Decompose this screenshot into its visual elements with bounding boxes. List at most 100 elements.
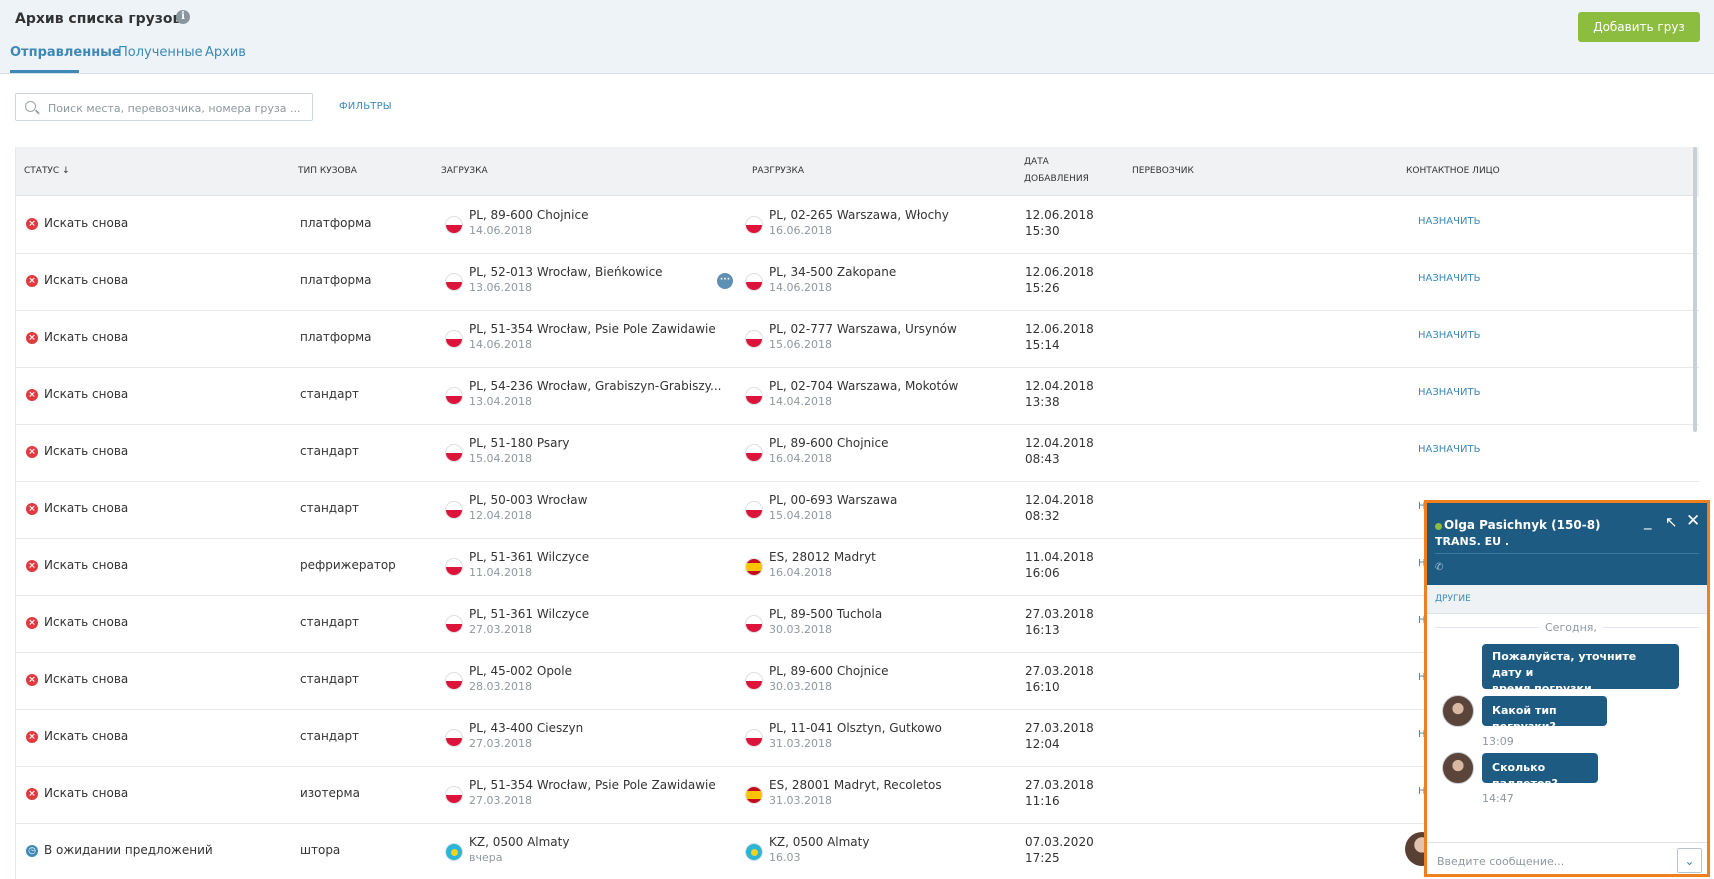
flag-icon bbox=[745, 330, 763, 348]
date-added: 27.03.2018 bbox=[1025, 607, 1094, 621]
status-text: Искать снова bbox=[44, 615, 129, 629]
search-input[interactable] bbox=[46, 98, 310, 118]
body-type: штора bbox=[300, 843, 341, 857]
search-box[interactable] bbox=[15, 93, 313, 121]
flag-icon bbox=[745, 501, 763, 519]
column-carrier: ПЕРЕВОЗЧИК bbox=[1132, 166, 1194, 176]
loading-date: 27.03.2018 bbox=[469, 737, 532, 750]
date-added: 11.04.2018 bbox=[1025, 550, 1094, 564]
page-title: Архив списка грузов bbox=[15, 11, 182, 27]
tab-archive[interactable]: Архив bbox=[205, 45, 246, 60]
flag-icon bbox=[445, 216, 463, 234]
time-added: 13:38 bbox=[1025, 395, 1060, 409]
time-added: 15:26 bbox=[1025, 281, 1060, 295]
error-status-icon: × bbox=[26, 731, 38, 743]
loading-date: 14.06.2018 bbox=[469, 224, 532, 237]
flag-icon bbox=[445, 843, 463, 861]
chat-company: TRANS. EU . bbox=[1435, 535, 1510, 548]
chat-message-input[interactable] bbox=[1435, 852, 1654, 870]
expand-icon[interactable]: ↖ bbox=[1665, 513, 1678, 531]
close-icon[interactable]: ✕ bbox=[1686, 511, 1700, 531]
body-type: платформа bbox=[300, 273, 372, 287]
chevron-down-icon[interactable]: ⌄ bbox=[1677, 848, 1702, 873]
time-added: 16:13 bbox=[1025, 623, 1060, 637]
chat-others-label: ДРУГИЕ bbox=[1435, 594, 1471, 604]
minimize-icon[interactable]: _ bbox=[1644, 512, 1652, 530]
body-type: стандарт bbox=[300, 615, 360, 629]
active-tab-indicator bbox=[10, 70, 79, 73]
phone-icon[interactable]: ✆ bbox=[1435, 562, 1443, 573]
error-status-icon: × bbox=[26, 617, 38, 629]
tab-sent[interactable]: Отправленные bbox=[10, 45, 121, 60]
error-status-icon: × bbox=[26, 389, 38, 401]
date-added: 12.04.2018 bbox=[1025, 493, 1094, 507]
assign-contact-link[interactable]: НАЗНАЧИТЬ bbox=[1418, 330, 1480, 341]
flag-icon bbox=[745, 672, 763, 690]
chat-contact-name: Olga Pasichnyk (150-8) bbox=[1444, 518, 1601, 532]
flag-icon bbox=[745, 615, 763, 633]
column-date-added-line1: ДАТА bbox=[1024, 157, 1049, 167]
flag-icon bbox=[745, 558, 763, 576]
error-status-icon: × bbox=[26, 560, 38, 572]
assign-contact-link[interactable]: НАЗНАЧИТЬ bbox=[1418, 387, 1480, 398]
assign-contact-link[interactable]: НАЗНАЧИТЬ bbox=[1418, 273, 1480, 284]
time-added: 16:06 bbox=[1025, 566, 1060, 580]
time-added: 08:32 bbox=[1025, 509, 1060, 523]
flag-icon bbox=[445, 387, 463, 405]
error-status-icon: × bbox=[26, 275, 38, 287]
info-icon[interactable]: i bbox=[176, 10, 190, 24]
flag-icon bbox=[745, 786, 763, 804]
table-row[interactable]: × Искать снова платформа PL, 51-354 Wrocław… bbox=[16, 310, 1699, 368]
unloading-place: PL, 34-500 Zakopane bbox=[769, 265, 897, 279]
chat-header: Olga Pasichnyk (150-8) TRANS. EU . _ ↖ ✕… bbox=[1427, 503, 1707, 585]
status-text: Искать снова bbox=[44, 558, 129, 572]
table-row[interactable]: × Искать снова платформа PL, 52-013 Wrocław… bbox=[16, 253, 1699, 311]
flag-icon bbox=[445, 273, 463, 291]
body-type: стандарт bbox=[300, 387, 360, 401]
time-added: 17:25 bbox=[1025, 851, 1060, 865]
table-row[interactable]: × Искать снова платформа PL, 89-600 Chojnic… bbox=[16, 196, 1699, 254]
flag-icon bbox=[445, 672, 463, 690]
status-text: Искать снова bbox=[44, 729, 129, 743]
unloading-place: PL, 00-693 Warszawa bbox=[769, 493, 898, 507]
loading-place: PL, 43-400 Cieszyn bbox=[469, 721, 584, 735]
day-separator-label: Сегодня, bbox=[1539, 621, 1603, 634]
flag-icon bbox=[745, 273, 763, 291]
chat-message-time: 13:09 bbox=[1482, 735, 1514, 748]
assign-contact-link[interactable]: НАЗНАЧИТЬ bbox=[1418, 444, 1480, 455]
chat-message-line: время погрузки. bbox=[1492, 682, 1596, 695]
column-body-type: ТИП КУЗОВА bbox=[298, 166, 357, 176]
unloading-date: 30.03.2018 bbox=[769, 680, 832, 693]
table-header: СТАТУС ↓ ТИП КУЗОВА ЗАГРУЗКА РАЗГРУЗКА Д… bbox=[16, 147, 1699, 196]
column-status[interactable]: СТАТУС ↓ bbox=[24, 163, 70, 179]
table-row[interactable]: × Искать снова стандарт PL, 51-180 Psary 15.… bbox=[16, 424, 1699, 482]
online-status-icon bbox=[1435, 523, 1442, 530]
loading-date: вчера bbox=[469, 851, 503, 864]
more-options-icon[interactable]: ··· bbox=[717, 273, 733, 289]
error-status-icon: × bbox=[26, 218, 38, 230]
table-row[interactable]: × Искать снова стандарт PL, 54-236 Wrocław,… bbox=[16, 367, 1699, 425]
status-text: Искать снова bbox=[44, 501, 129, 515]
unloading-place: PL, 02-265 Warszawa, Włochy bbox=[769, 208, 949, 222]
table-scrollbar[interactable] bbox=[1693, 147, 1697, 432]
error-status-icon: × bbox=[26, 788, 38, 800]
body-type: стандарт bbox=[300, 672, 360, 686]
date-added: 12.04.2018 bbox=[1025, 436, 1094, 450]
chat-others-section[interactable]: ДРУГИЕ bbox=[1427, 585, 1707, 614]
search-icon bbox=[25, 101, 36, 112]
body-type: стандарт bbox=[300, 444, 360, 458]
filters-link[interactable]: ФИЛЬТРЫ bbox=[339, 101, 392, 112]
date-added: 27.03.2018 bbox=[1025, 664, 1094, 678]
unloading-place: ES, 28001 Madryt, Recoletos bbox=[769, 778, 942, 792]
assign-contact-link[interactable]: НАЗНАЧИТЬ bbox=[1418, 216, 1480, 227]
status-text: Искать снова bbox=[44, 444, 129, 458]
day-separator: Сегодня, bbox=[1435, 621, 1699, 634]
date-added: 12.06.2018 bbox=[1025, 265, 1094, 279]
loading-place: PL, 89-600 Chojnice bbox=[469, 208, 589, 222]
time-added: 15:30 bbox=[1025, 224, 1060, 238]
date-added: 27.03.2018 bbox=[1025, 778, 1094, 792]
unloading-date: 14.06.2018 bbox=[769, 281, 832, 294]
tab-received[interactable]: Полученные bbox=[118, 45, 203, 60]
add-cargo-button[interactable]: Добавить груз bbox=[1578, 12, 1700, 42]
unloading-place: PL, 89-600 Chojnice bbox=[769, 436, 889, 450]
